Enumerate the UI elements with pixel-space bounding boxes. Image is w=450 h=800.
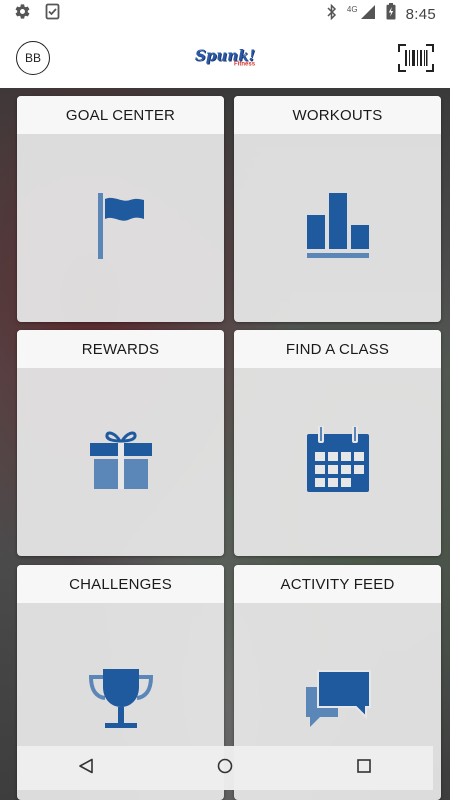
gift-icon bbox=[89, 430, 153, 495]
tile-label: ACTIVITY FEED bbox=[234, 565, 441, 603]
network-type-label: 4G bbox=[346, 4, 358, 14]
back-icon bbox=[78, 758, 94, 779]
back-button[interactable] bbox=[66, 748, 106, 788]
status-time: 8:45 bbox=[405, 5, 436, 23]
recents-button[interactable] bbox=[344, 748, 384, 788]
trophy-icon bbox=[88, 667, 153, 736]
tile-label: FIND A CLASS bbox=[234, 330, 441, 368]
bar-chart-icon bbox=[306, 192, 370, 264]
status-bar: 4G 8:45 bbox=[0, 0, 450, 28]
gear-icon bbox=[14, 3, 31, 25]
tile-label: REWARDS bbox=[17, 330, 224, 368]
tile-find-a-class[interactable]: FIND A CLASS bbox=[234, 330, 441, 556]
home-icon bbox=[217, 758, 233, 779]
flag-icon bbox=[96, 192, 146, 264]
tile-workouts[interactable]: WORKOUTS bbox=[234, 96, 441, 322]
tile-goal-center[interactable]: GOAL CENTER bbox=[17, 96, 224, 322]
app-bar: BB Spunk! Fitness bbox=[0, 28, 450, 88]
dashboard-grid: GOAL CENTER WORKOUTS REWARDS FIND A CLAS… bbox=[0, 88, 450, 800]
tile-label: WORKOUTS bbox=[234, 96, 441, 134]
home-button[interactable] bbox=[205, 748, 245, 788]
recents-icon bbox=[356, 758, 372, 779]
barcode-scan-icon[interactable] bbox=[398, 44, 434, 72]
battery-charging-icon bbox=[386, 3, 396, 25]
tile-label: CHALLENGES bbox=[17, 565, 224, 603]
calendar-icon bbox=[306, 424, 370, 499]
app-logo[interactable]: Spunk! Fitness bbox=[195, 48, 255, 68]
clipboard-check-icon bbox=[45, 3, 60, 25]
tile-rewards[interactable]: REWARDS bbox=[17, 330, 224, 556]
tile-label: GOAL CENTER bbox=[17, 96, 224, 134]
avatar[interactable]: BB bbox=[16, 41, 50, 75]
signal-icon bbox=[360, 4, 376, 25]
system-nav-bar bbox=[17, 746, 433, 790]
chat-bubbles-icon bbox=[304, 669, 372, 734]
bluetooth-icon bbox=[327, 3, 337, 25]
